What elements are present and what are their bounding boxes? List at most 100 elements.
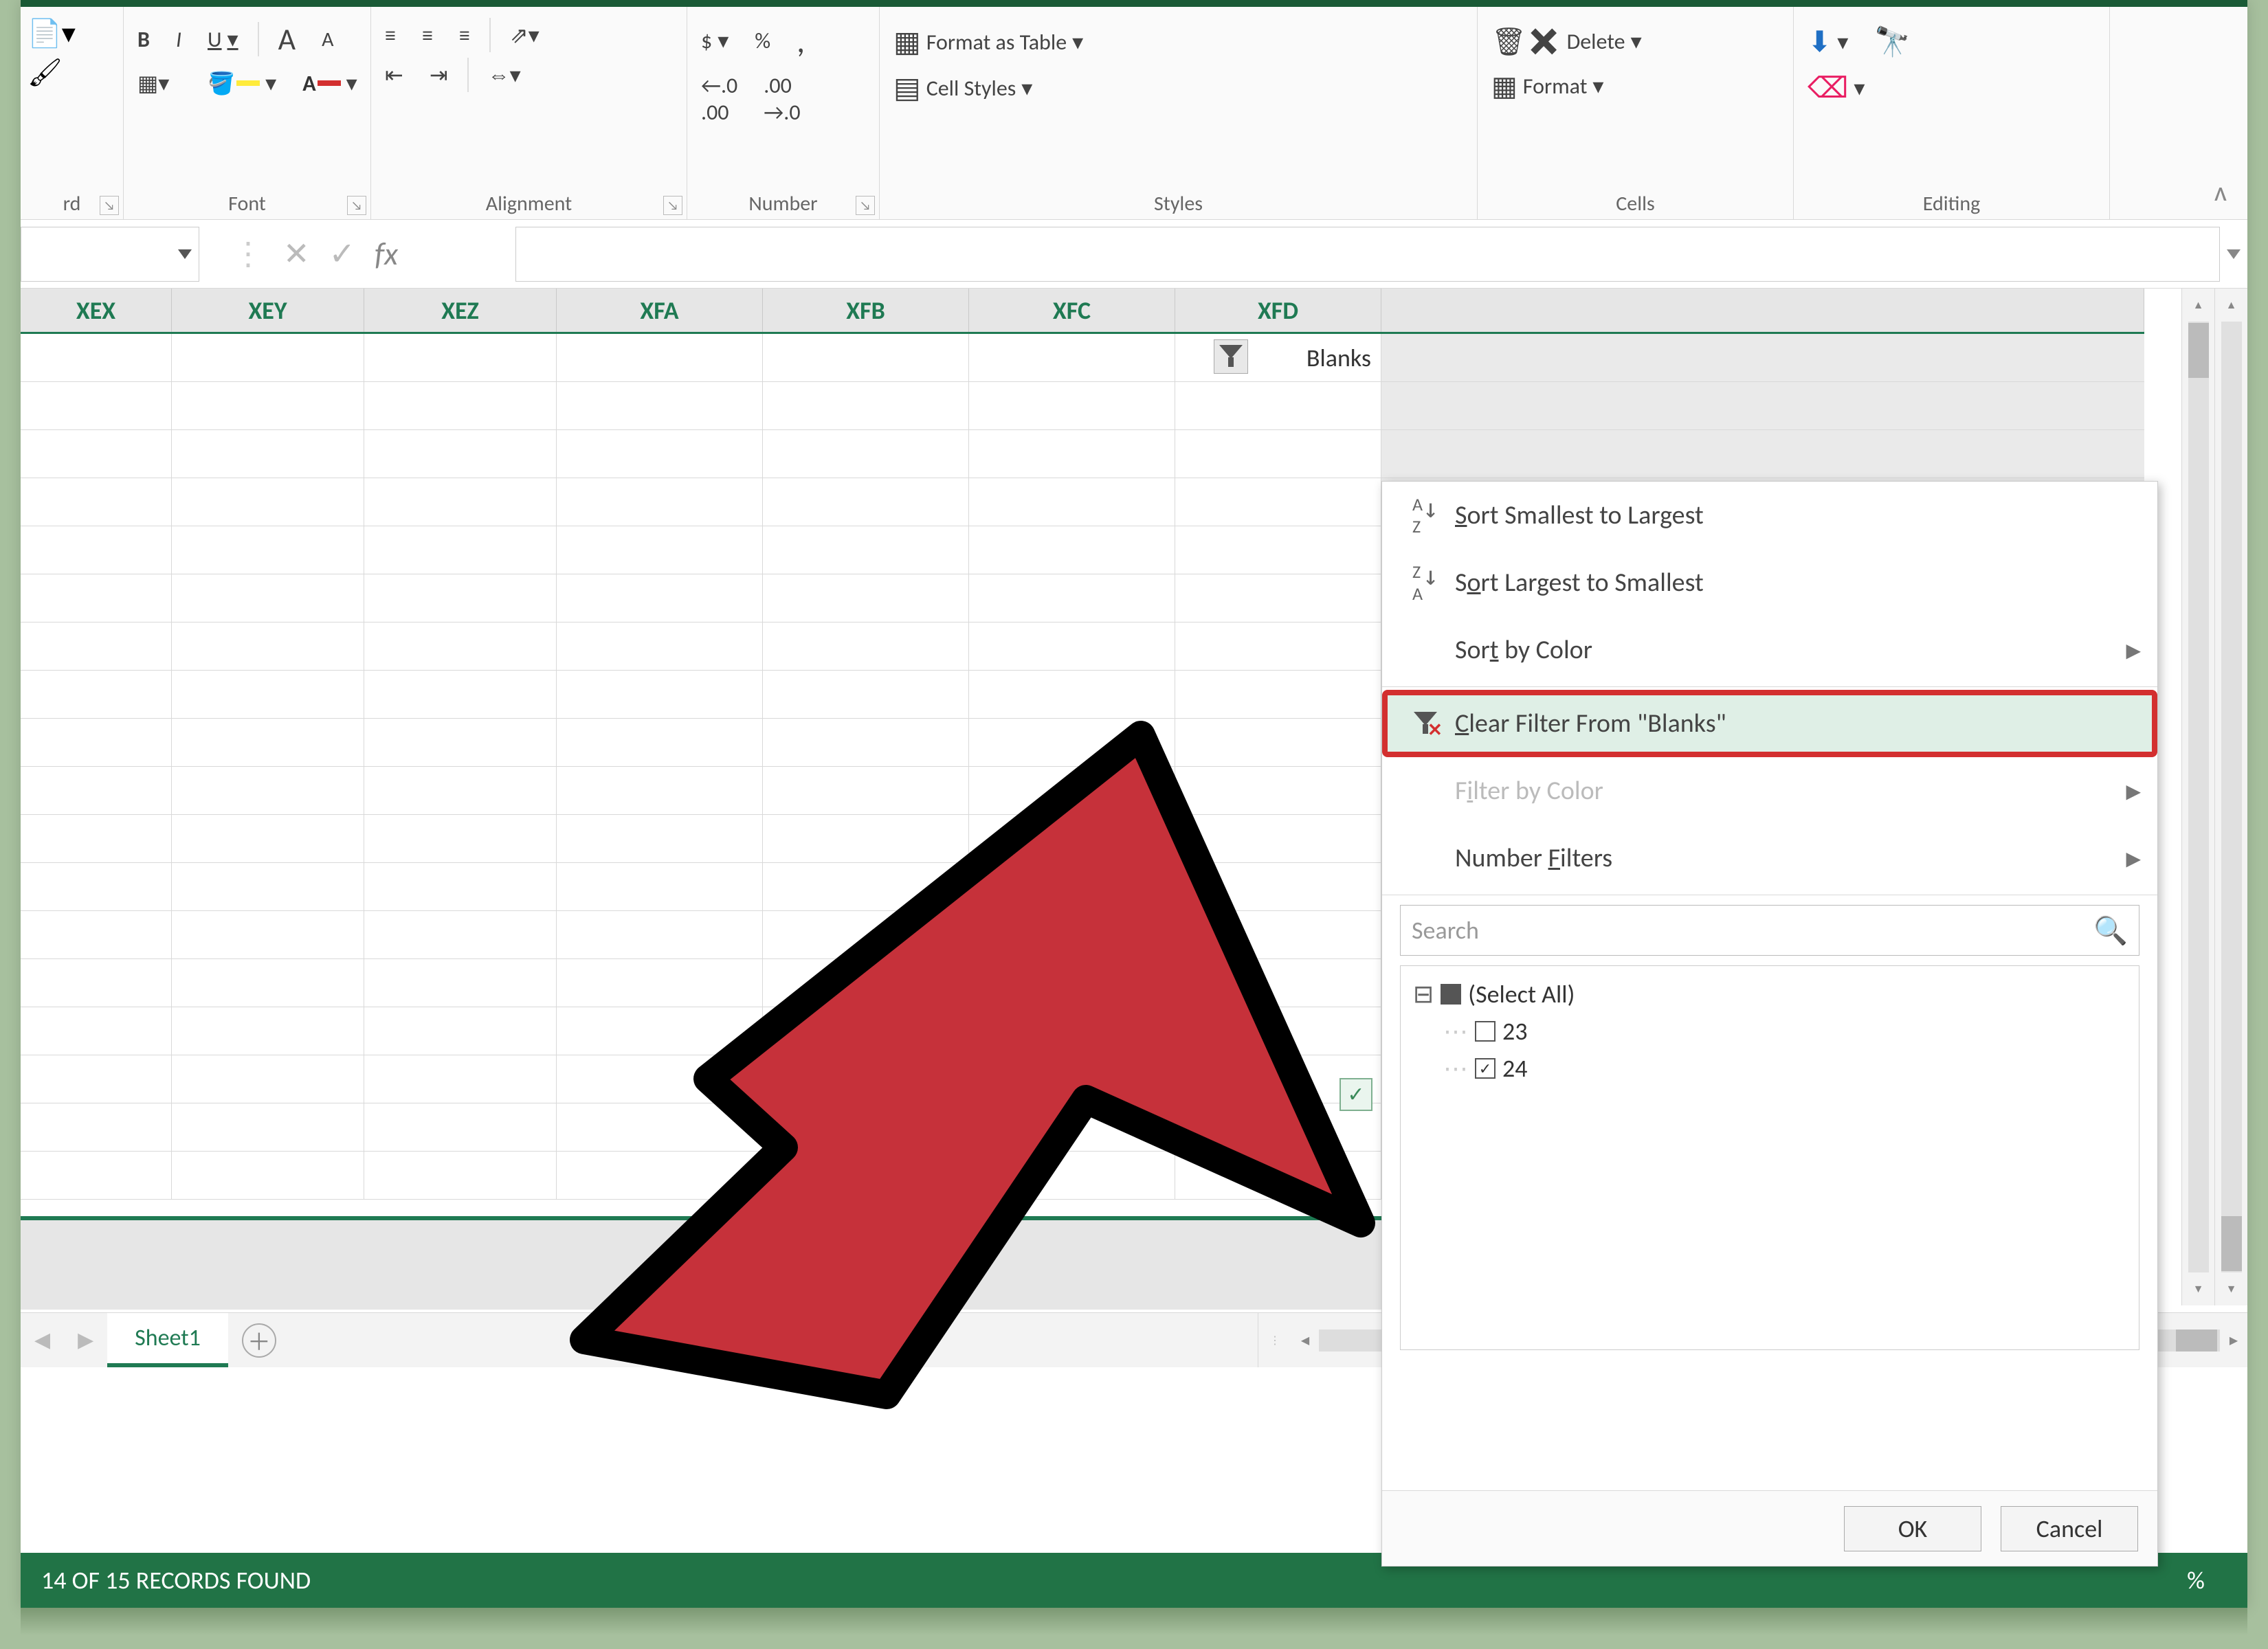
scroll-up-button[interactable]: ▲ bbox=[2186, 293, 2211, 317]
cell[interactable] bbox=[557, 911, 763, 959]
cell[interactable] bbox=[763, 622, 969, 671]
number-filters-item[interactable]: Number Filters Number Filters bbox=[1382, 824, 2157, 892]
cell[interactable] bbox=[364, 863, 557, 911]
cell[interactable] bbox=[1175, 382, 1381, 430]
clipboard-launcher[interactable] bbox=[100, 196, 119, 215]
cell[interactable] bbox=[969, 382, 1175, 430]
cell[interactable] bbox=[557, 1103, 763, 1152]
column-header[interactable]: XEY bbox=[172, 289, 364, 332]
increase-indent-button[interactable]: ⇥ bbox=[423, 59, 455, 91]
cell[interactable] bbox=[1175, 622, 1381, 671]
cell[interactable] bbox=[172, 1007, 364, 1055]
cell[interactable] bbox=[364, 911, 557, 959]
cell[interactable] bbox=[1175, 1152, 1381, 1200]
cell[interactable] bbox=[763, 911, 969, 959]
cell[interactable] bbox=[763, 1007, 969, 1055]
cell[interactable] bbox=[969, 526, 1175, 574]
checkbox-indeterminate-icon[interactable] bbox=[1441, 984, 1461, 1005]
scroll-up-button[interactable]: ▲ bbox=[2219, 293, 2244, 317]
cell[interactable] bbox=[557, 767, 763, 815]
column-header[interactable]: XFB bbox=[763, 289, 969, 332]
cell[interactable]: Blanks bbox=[1175, 334, 1381, 382]
cell[interactable] bbox=[969, 1007, 1175, 1055]
cell[interactable] bbox=[763, 671, 969, 719]
cancel-button[interactable]: Cancel bbox=[2001, 1506, 2138, 1551]
cell[interactable] bbox=[969, 815, 1175, 863]
decrease-indent-button[interactable]: ⇤ bbox=[378, 59, 410, 91]
cell[interactable] bbox=[557, 526, 763, 574]
underline-button[interactable]: U▾ bbox=[201, 23, 245, 56]
cell[interactable] bbox=[763, 430, 969, 478]
cell[interactable] bbox=[969, 430, 1175, 478]
cell[interactable] bbox=[557, 959, 763, 1007]
cell[interactable] bbox=[364, 719, 557, 767]
percent-button[interactable]: % bbox=[748, 25, 777, 57]
cell[interactable] bbox=[364, 622, 557, 671]
cell[interactable] bbox=[1175, 1007, 1381, 1055]
cell[interactable] bbox=[557, 1152, 763, 1200]
cell[interactable] bbox=[364, 1007, 557, 1055]
cell[interactable] bbox=[1175, 430, 1381, 478]
cell[interactable] bbox=[763, 767, 969, 815]
fill-button[interactable]: ⬇▾ bbox=[1801, 22, 1855, 63]
align-bottom-button[interactable]: ≡ bbox=[452, 19, 477, 52]
align-middle-button[interactable]: ≡ bbox=[415, 19, 440, 52]
cell[interactable] bbox=[763, 1055, 969, 1103]
cell[interactable] bbox=[969, 334, 1175, 382]
cell[interactable] bbox=[172, 622, 364, 671]
cell[interactable] bbox=[969, 959, 1175, 1007]
cell[interactable] bbox=[763, 478, 969, 526]
cell[interactable] bbox=[557, 815, 763, 863]
cell[interactable] bbox=[172, 719, 364, 767]
cell[interactable] bbox=[172, 334, 364, 382]
cell[interactable] bbox=[21, 478, 172, 526]
cell[interactable] bbox=[172, 671, 364, 719]
cell[interactable] bbox=[1175, 526, 1381, 574]
cell[interactable] bbox=[172, 478, 364, 526]
cell[interactable] bbox=[21, 767, 172, 815]
cell[interactable] bbox=[172, 1152, 364, 1200]
zoom-indicator[interactable]: % bbox=[2144, 1553, 2247, 1608]
cell[interactable] bbox=[21, 1152, 172, 1200]
cell[interactable] bbox=[969, 1055, 1175, 1103]
cell[interactable] bbox=[172, 382, 364, 430]
currency-button[interactable]: $▾ bbox=[694, 25, 735, 57]
cell[interactable] bbox=[21, 815, 172, 863]
sort-ascending-item[interactable]: AZ↓ SSort Smallest to Largestort Smalles… bbox=[1382, 482, 2157, 549]
cell[interactable] bbox=[364, 671, 557, 719]
cell[interactable] bbox=[763, 334, 969, 382]
cell[interactable] bbox=[364, 1152, 557, 1200]
cell[interactable] bbox=[21, 1007, 172, 1055]
cell[interactable] bbox=[21, 959, 172, 1007]
cell[interactable] bbox=[364, 574, 557, 622]
ok-button[interactable]: OK bbox=[1844, 1506, 1981, 1551]
cell[interactable] bbox=[364, 478, 557, 526]
cell[interactable] bbox=[21, 911, 172, 959]
cell[interactable] bbox=[172, 815, 364, 863]
cell[interactable] bbox=[172, 430, 364, 478]
increase-decimal-button[interactable]: ←.0.00 bbox=[694, 69, 744, 128]
cell[interactable] bbox=[364, 1055, 557, 1103]
cell[interactable] bbox=[969, 767, 1175, 815]
cell[interactable] bbox=[969, 574, 1175, 622]
column-header[interactable]: XEZ bbox=[364, 289, 557, 332]
cell[interactable] bbox=[21, 719, 172, 767]
cell[interactable] bbox=[364, 526, 557, 574]
borders-button[interactable]: ▦▾ bbox=[131, 67, 176, 100]
cell[interactable] bbox=[763, 863, 969, 911]
cell[interactable] bbox=[21, 382, 172, 430]
scroll-right-button[interactable]: ▶ bbox=[2220, 1327, 2247, 1354]
cell[interactable] bbox=[1175, 863, 1381, 911]
cell[interactable] bbox=[763, 526, 969, 574]
sheet-tab-active[interactable]: Sheet1 bbox=[107, 1313, 228, 1367]
grow-font-button[interactable]: A bbox=[271, 18, 302, 60]
decrease-decimal-button[interactable]: .00→.0 bbox=[757, 69, 807, 128]
cell[interactable] bbox=[969, 1152, 1175, 1200]
format-as-table-button[interactable]: ▦ Format as Table▾ bbox=[887, 22, 1090, 63]
number-launcher[interactable] bbox=[856, 196, 875, 215]
cell[interactable] bbox=[1175, 719, 1381, 767]
cell[interactable] bbox=[557, 719, 763, 767]
column-header[interactable]: XFA bbox=[557, 289, 763, 332]
shrink-font-button[interactable]: A bbox=[315, 24, 340, 55]
scroll-down-button[interactable]: ▼ bbox=[2186, 1277, 2211, 1301]
